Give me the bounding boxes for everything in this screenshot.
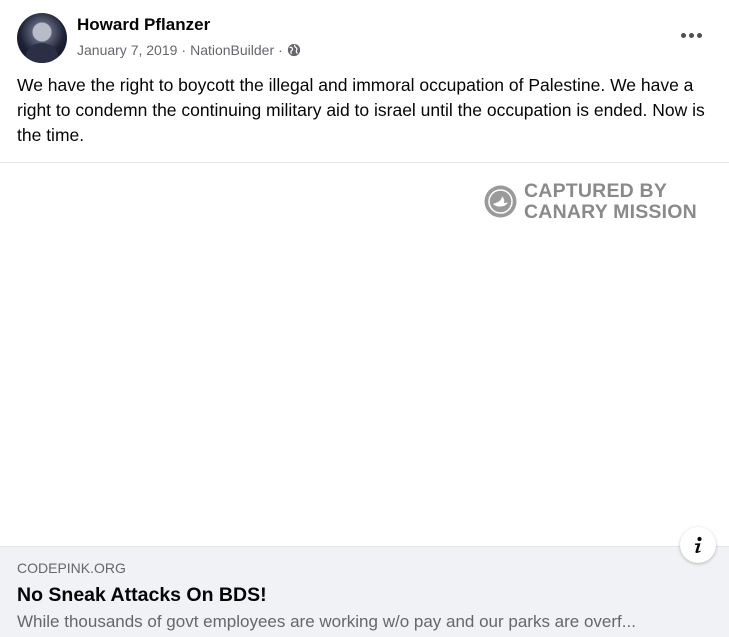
canary-bird-logo: [484, 185, 517, 218]
post-message: We have the right to boycott the illegal…: [17, 75, 705, 145]
link-description: While thousands of govt employees are wo…: [17, 612, 636, 631]
link-preview-card[interactable]: CODEPINK.ORG No Sneak Attacks On BDS! Wh…: [0, 546, 729, 637]
post-source: NationBuilder: [190, 42, 275, 58]
avatar-figure: [26, 43, 58, 63]
more-dot: [680, 32, 686, 38]
info-icon[interactable]: [680, 527, 716, 563]
watermark-line-1: CAPTURED BY: [524, 180, 668, 202]
canary-mission-watermark: CAPTURED BY CANARY MISSION: [484, 180, 714, 226]
author-name[interactable]: Howard Pflanzer: [77, 15, 210, 35]
watermark-line-2: CANARY MISSION: [524, 201, 697, 223]
content-divider: [0, 162, 729, 163]
link-domain: CODEPINK.ORG: [17, 560, 126, 576]
more-dot: [688, 32, 694, 38]
more-options-icon[interactable]: [673, 20, 709, 50]
globe-icon[interactable]: [287, 43, 301, 57]
info-glyph: [695, 536, 702, 553]
meta-separator: ·: [181, 42, 187, 58]
more-dot: [696, 32, 702, 38]
post-header: Howard Pflanzer January 7, 2019 · Nation…: [0, 0, 729, 72]
author-avatar[interactable]: [17, 13, 67, 63]
link-title[interactable]: No Sneak Attacks On BDS!: [17, 584, 267, 607]
post-meta: January 7, 2019 · NationBuilder ·: [77, 42, 301, 58]
post-date-link[interactable]: January 7, 2019: [77, 42, 177, 58]
meta-separator: ·: [278, 42, 283, 58]
